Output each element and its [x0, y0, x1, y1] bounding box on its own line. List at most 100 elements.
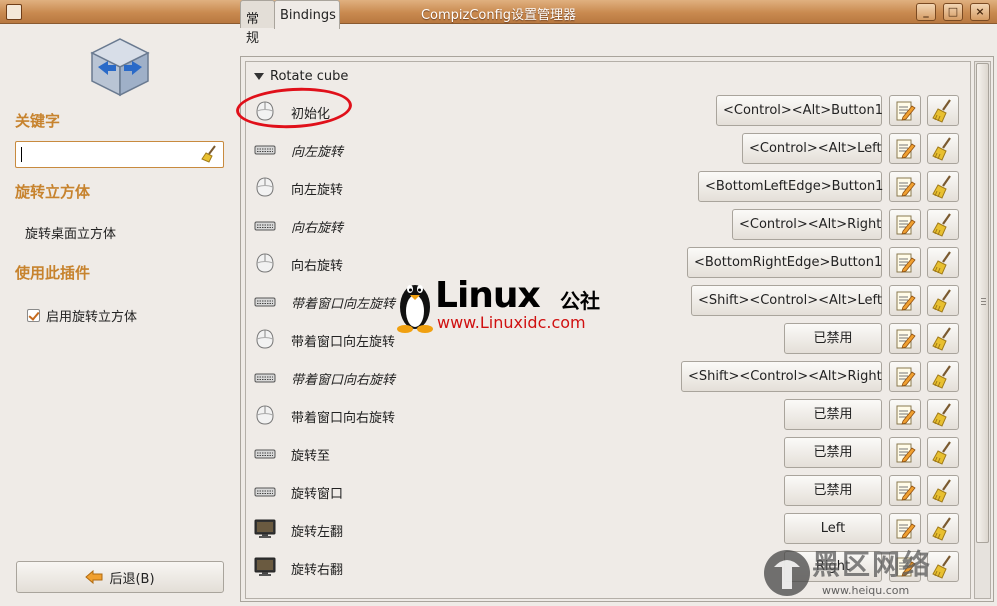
- broom-icon: [932, 440, 951, 465]
- reset-binding-button[interactable]: [927, 475, 959, 506]
- binding-row: 带着窗口向右旋转 <Shift><Control><Alt>Right: [246, 358, 970, 396]
- monitor-icon: [254, 519, 276, 543]
- binding-value-button[interactable]: <Shift><Control><Alt>Left: [691, 285, 882, 316]
- binding-label: 向右旋转: [291, 259, 344, 274]
- keyboard-icon: [254, 481, 276, 505]
- plugin-description: 旋转桌面立方体: [25, 227, 117, 242]
- keyboard-icon: [254, 367, 276, 391]
- tab-bindings[interactable]: Bindings: [274, 0, 340, 29]
- clear-broom-icon[interactable]: [201, 145, 219, 163]
- broom-icon: [932, 364, 951, 389]
- reset-binding-button[interactable]: [927, 513, 959, 544]
- reset-binding-button[interactable]: [927, 399, 959, 430]
- search-input[interactable]: [15, 141, 224, 168]
- broom-icon: [932, 212, 951, 237]
- binding-label: 带着窗口向右旋转: [291, 373, 396, 388]
- mouse-icon: [254, 253, 276, 277]
- heiqu-logo-icon: [764, 550, 810, 596]
- binding-label: 旋转窗口: [291, 487, 344, 502]
- enable-plugin-label: 启用旋转立方体: [46, 310, 138, 325]
- binding-label: 带着窗口向左旋转: [291, 335, 396, 350]
- edit-binding-button[interactable]: [889, 133, 921, 164]
- broom-icon: [932, 174, 951, 199]
- edit-binding-button[interactable]: [889, 475, 921, 506]
- edit-binding-button[interactable]: [889, 247, 921, 278]
- binding-value-button[interactable]: <Control><Alt>Button1: [716, 95, 883, 126]
- mouse-icon: [254, 329, 276, 353]
- edit-binding-button[interactable]: [889, 437, 921, 468]
- edit-binding-button[interactable]: [889, 209, 921, 240]
- reset-binding-button[interactable]: [927, 285, 959, 316]
- minimize-button[interactable]: _: [916, 3, 936, 21]
- binding-value-button[interactable]: <BottomLeftEdge>Button1: [698, 171, 883, 202]
- broom-icon: [932, 516, 951, 541]
- edit-binding-button[interactable]: [889, 285, 921, 316]
- binding-row: 向左旋转 <BottomLeftEdge>Button1: [246, 168, 970, 206]
- broom-icon: [932, 402, 951, 427]
- keyboard-icon: [254, 139, 276, 163]
- edit-binding-button[interactable]: [889, 323, 921, 354]
- reset-binding-button[interactable]: [927, 133, 959, 164]
- binding-value-button[interactable]: <Control><Alt>Left: [742, 133, 882, 164]
- scrollbar[interactable]: [974, 61, 991, 599]
- back-button[interactable]: 后退(B): [16, 561, 224, 593]
- scrollbar-thumb[interactable]: [976, 63, 989, 543]
- edit-icon: [896, 443, 916, 463]
- binding-label: 旋转左翻: [291, 525, 344, 540]
- scroll-grip: [981, 298, 986, 299]
- edit-binding-button[interactable]: [889, 513, 921, 544]
- reset-binding-button[interactable]: [927, 361, 959, 392]
- checkbox-checked[interactable]: [27, 309, 40, 322]
- expand-triangle-icon[interactable]: [254, 73, 264, 80]
- edit-icon: [896, 291, 916, 311]
- edit-icon: [896, 101, 916, 121]
- reset-binding-button[interactable]: [927, 209, 959, 240]
- binding-value-button[interactable]: 已禁用: [784, 399, 882, 430]
- back-button-label: 后退(B): [109, 571, 155, 587]
- binding-label: 向左旋转: [291, 183, 344, 198]
- binding-value-button[interactable]: 已禁用: [784, 323, 882, 354]
- window-title: CompizConfig设置管理器: [420, 8, 577, 23]
- reset-binding-button[interactable]: [927, 247, 959, 278]
- broom-icon: [932, 98, 951, 123]
- binding-value-button[interactable]: 已禁用: [784, 437, 882, 468]
- binding-row: 旋转至 已禁用: [246, 434, 970, 472]
- tab-general[interactable]: 常规: [240, 0, 275, 46]
- watermark-heiqu-cn: 黑区网络: [812, 548, 933, 581]
- keyword-heading: 关键字: [15, 112, 61, 130]
- edit-binding-button[interactable]: [889, 95, 921, 126]
- watermark-heiqu-url: www.heiqu.com: [822, 584, 910, 597]
- edit-icon: [896, 519, 916, 539]
- maximize-button[interactable]: □: [943, 3, 963, 21]
- edit-binding-button[interactable]: [889, 171, 921, 202]
- edit-binding-button[interactable]: [889, 399, 921, 430]
- reset-binding-button[interactable]: [927, 171, 959, 202]
- binding-row: 旋转窗口 已禁用: [246, 472, 970, 510]
- reset-binding-button[interactable]: [927, 323, 959, 354]
- close-button[interactable]: ×: [970, 3, 990, 21]
- edit-icon: [896, 405, 916, 425]
- scroll-grip: [981, 301, 986, 302]
- mouse-icon: [254, 177, 276, 201]
- group-header[interactable]: Rotate cube: [254, 69, 348, 84]
- reset-binding-button[interactable]: [927, 437, 959, 468]
- binding-value-button[interactable]: Left: [784, 513, 882, 544]
- binding-row: 向右旋转 <Control><Alt>Right: [246, 206, 970, 244]
- binding-value-button[interactable]: <BottomRightEdge>Button1: [687, 247, 882, 278]
- binding-value-button[interactable]: 已禁用: [784, 475, 882, 506]
- text-caret: [21, 147, 22, 162]
- mouse-icon: [254, 405, 276, 429]
- broom-icon: [932, 478, 951, 503]
- edit-binding-button[interactable]: [889, 361, 921, 392]
- bindings-panel: Rotate cube 初始化 <Control><Alt>Button1 向左旋转…: [240, 56, 994, 602]
- watermark-linux-cn: 公社: [560, 289, 600, 313]
- reset-binding-button[interactable]: [927, 95, 959, 126]
- binding-label: 旋转至: [291, 449, 331, 464]
- binding-value-button[interactable]: <Control><Alt>Right: [732, 209, 882, 240]
- edit-icon: [896, 253, 916, 273]
- binding-value-button[interactable]: <Shift><Control><Alt>Right: [681, 361, 882, 392]
- enable-plugin-checkbox[interactable]: 启用旋转立方体: [27, 306, 137, 325]
- scroll-grip: [981, 304, 986, 305]
- binding-row: 带着窗口向右旋转 已禁用: [246, 396, 970, 434]
- binding-label: 向右旋转: [291, 221, 344, 236]
